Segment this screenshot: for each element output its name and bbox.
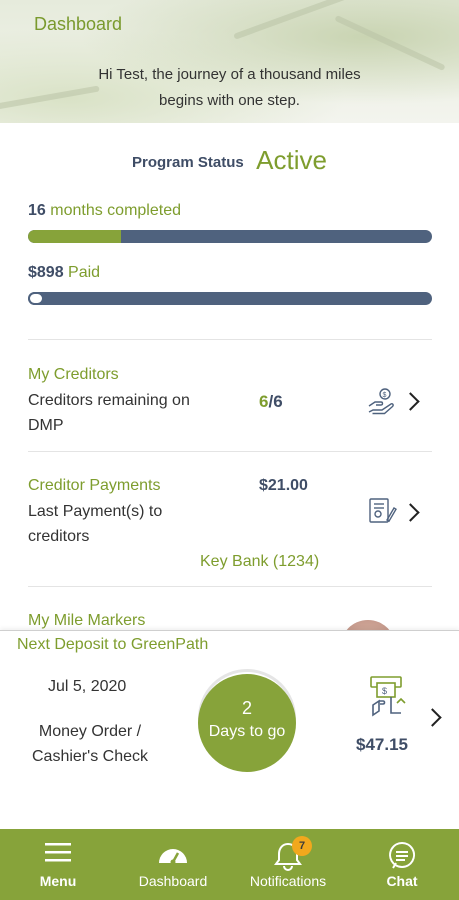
creditor-payments-title: Creditor Payments bbox=[28, 477, 161, 494]
dashboard-header: Dashboard Hi Test, the journey of a thou… bbox=[0, 0, 459, 123]
chevron-right-icon[interactable] bbox=[423, 708, 442, 727]
paid-value: $898 bbox=[28, 264, 64, 281]
chat-bubble-icon bbox=[389, 842, 416, 869]
tab-menu-label: Menu bbox=[39, 873, 77, 889]
months-progress-bar bbox=[28, 230, 432, 243]
mile-markers-title[interactable]: My Mile Markers bbox=[28, 612, 145, 630]
bank-account: Key Bank (1234) bbox=[200, 553, 320, 570]
text-line: Last Payment(s) to bbox=[28, 503, 163, 520]
text-line: creditors bbox=[28, 528, 90, 545]
deposit-amount: $47.15 bbox=[356, 735, 408, 754]
divider bbox=[28, 451, 432, 452]
bottom-tab-bar: Menu Dashboard 7 Notifications Chat bbox=[0, 829, 459, 900]
chevron-right-icon[interactable] bbox=[401, 392, 420, 411]
months-progress-fill bbox=[28, 230, 121, 243]
greeting-message: Hi Test, the journey of a thousand miles… bbox=[0, 62, 459, 114]
text-line: Cashier's Check bbox=[32, 748, 148, 765]
tab-menu[interactable]: Menu bbox=[20, 829, 96, 900]
tab-dashboard[interactable]: Dashboard bbox=[128, 829, 218, 900]
next-deposit-panel[interactable]: Next Deposit to GreenPath Jul 5, 2020 Mo… bbox=[0, 630, 459, 831]
text-line: Creditors remaining on bbox=[28, 392, 190, 409]
divider bbox=[28, 586, 432, 587]
hand-money-icon: $ bbox=[366, 386, 396, 416]
months-value: 16 bbox=[28, 202, 46, 219]
greeting-line: begins with one step. bbox=[159, 92, 300, 109]
paid-progress-bar bbox=[28, 292, 432, 305]
program-status-label: Program Status bbox=[132, 154, 244, 171]
months-progress-label: 16 months completed bbox=[28, 202, 181, 220]
tab-notifications[interactable]: 7 Notifications bbox=[240, 829, 336, 900]
creditors-count: 6/6 bbox=[259, 392, 283, 412]
text-line: DMP bbox=[28, 417, 64, 434]
program-status-value: Active bbox=[256, 145, 327, 175]
atm-deposit-icon: $ bbox=[367, 675, 407, 717]
svg-text:$: $ bbox=[383, 392, 387, 399]
page-title: Dashboard bbox=[34, 14, 123, 34]
last-payment-amount: $21.00 bbox=[259, 477, 308, 494]
last-payments-text: Last Payment(s) to creditors bbox=[28, 499, 228, 549]
next-deposit-title: Next Deposit to GreenPath bbox=[17, 636, 209, 653]
deposit-date: Jul 5, 2020 bbox=[48, 678, 127, 695]
months-label: months completed bbox=[50, 202, 181, 219]
program-status: Program Status Active bbox=[0, 145, 459, 176]
svg-text:$: $ bbox=[382, 686, 387, 696]
creditors-total: /6 bbox=[268, 392, 283, 411]
tab-dashboard-label: Dashboard bbox=[138, 873, 208, 889]
my-creditors-title: My Creditors bbox=[28, 366, 119, 383]
days-to-go-circle: 2 Days to go bbox=[198, 674, 296, 772]
paid-progress-label: $898 Paid bbox=[28, 264, 100, 282]
deposit-method: Money Order / Cashier's Check bbox=[20, 719, 160, 769]
tab-chat[interactable]: Chat bbox=[368, 829, 436, 900]
days-value: 2 bbox=[241, 698, 252, 718]
tab-notifications-label: Notifications bbox=[249, 873, 327, 889]
greeting-line: Hi Test, the journey of a thousand miles bbox=[98, 66, 361, 83]
divider bbox=[28, 339, 432, 340]
speedometer-icon bbox=[159, 849, 187, 865]
creditors-remaining-text: Creditors remaining on DMP bbox=[28, 388, 228, 438]
hamburger-menu-icon bbox=[45, 843, 71, 862]
chevron-right-icon[interactable] bbox=[401, 503, 420, 522]
notification-count-badge: 7 bbox=[292, 836, 312, 856]
document-check-icon bbox=[367, 496, 397, 526]
paid-label: Paid bbox=[68, 264, 101, 281]
paid-progress-fill bbox=[28, 292, 45, 305]
text-line: Money Order / bbox=[38, 723, 142, 740]
tab-chat-label: Chat bbox=[386, 873, 418, 889]
days-label: Days to go bbox=[208, 723, 286, 740]
